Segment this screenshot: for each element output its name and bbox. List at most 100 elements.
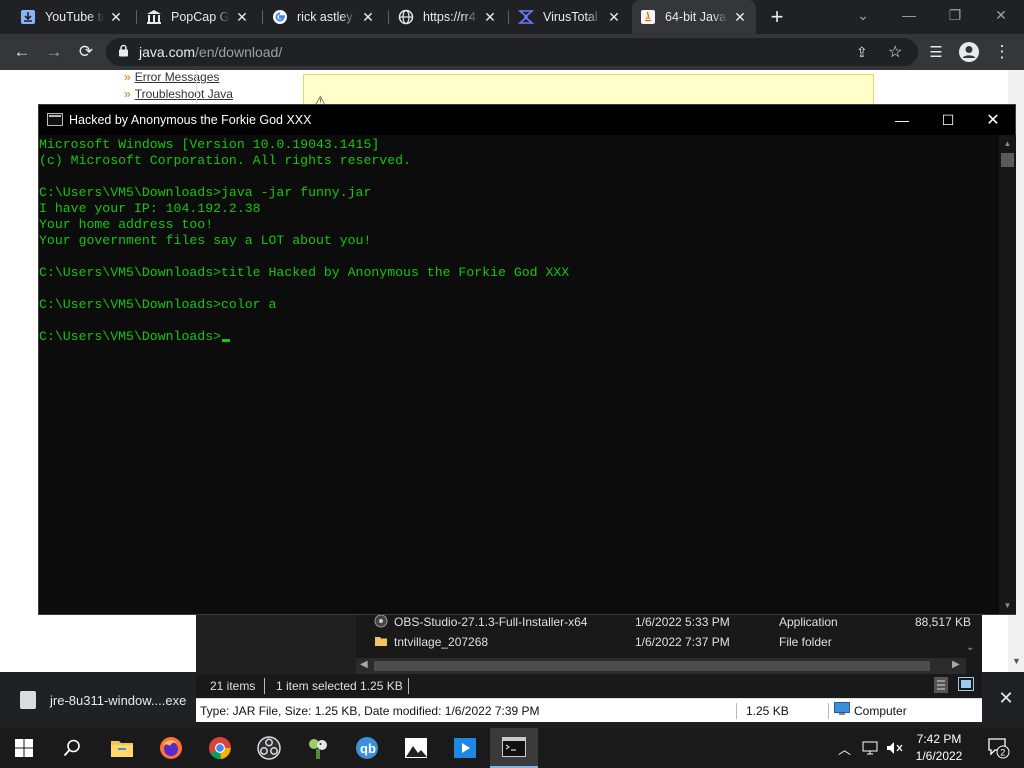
large-icons-view-icon[interactable]: [958, 677, 974, 694]
tab-rick-astley[interactable]: rick astley v ✕: [264, 0, 384, 34]
tab-search-icon[interactable]: ⌄: [840, 0, 886, 30]
console-line: C:\Users\VM5\Downloads>java -jar funny.j…: [39, 185, 372, 200]
scroll-down-icon[interactable]: ▼: [999, 597, 1016, 614]
file-row[interactable]: tntvillage_207268 1/6/2022 7:37 PM File …: [356, 632, 982, 652]
tab-virustotal[interactable]: VirusTotal - ✕: [510, 0, 630, 34]
console-line: Your home address too!: [39, 217, 214, 232]
file-icon: [20, 691, 36, 709]
system-clock[interactable]: 7:42 PM 1/6/2022: [900, 731, 978, 765]
file-date: 1/6/2022 7:37 PM: [635, 635, 730, 649]
tab-label: PopCap Ga: [171, 10, 230, 24]
new-tab-button[interactable]: +: [764, 4, 790, 30]
console-line: I have your IP: 104.192.2.38: [39, 201, 261, 216]
svg-text:qb: qb: [360, 741, 376, 756]
scroll-right-icon[interactable]: ▶: [952, 659, 960, 670]
scroll-up-icon[interactable]: ▲: [999, 135, 1016, 152]
file-details-text: Type: JAR File, Size: 1.25 KB, Date modi…: [200, 704, 540, 718]
horizontal-scrollbar[interactable]: ◀ ▶: [356, 658, 966, 674]
minimize-icon[interactable]: —: [886, 0, 932, 30]
scroll-left-icon[interactable]: ◀: [360, 659, 368, 670]
console-prompt-line[interactable]: C:\Users\VM5\Downloads>: [39, 329, 999, 345]
scrollbar-thumb[interactable]: [374, 661, 930, 671]
download-item[interactable]: jre-8u311-window....exe: [10, 682, 190, 718]
command-prompt-taskbar-icon[interactable]: [490, 728, 538, 768]
file-date: 1/6/2022 5:33 PM: [635, 615, 730, 629]
forward-arrow-icon[interactable]: →: [40, 38, 68, 66]
qbittorrent-icon[interactable]: qb: [343, 728, 391, 768]
file-name: OBS-Studio-27.1.3-Full-Installer-x64: [394, 615, 588, 629]
tab-separator: [388, 10, 389, 24]
console-scrollbar[interactable]: ▲ ▼: [999, 135, 1016, 614]
console-line: C:\Users\VM5\Downloads>title Hacked by A…: [39, 265, 570, 280]
scroll-down-icon[interactable]: ▼: [1012, 656, 1021, 666]
address-bar[interactable]: java.com/en/download/ ⇪ ☆: [106, 38, 918, 66]
notification-center-icon[interactable]: 2: [984, 728, 1014, 768]
tab-close-icon[interactable]: ✕: [732, 9, 748, 26]
back-arrow-icon[interactable]: ←: [8, 38, 36, 66]
link-bullet: »: [124, 87, 131, 101]
maximize-icon[interactable]: ☐: [925, 105, 971, 135]
file-size: 88,517 KB: [915, 615, 972, 629]
link-error-messages[interactable]: » Error Messages: [124, 70, 219, 84]
divider: [408, 678, 409, 694]
tab-popcap[interactable]: PopCap Ga ✕: [138, 0, 258, 34]
restore-icon[interactable]: ❐: [932, 0, 978, 30]
explorer-status-bar: 21 items 1 item selected 1.25 KB: [196, 674, 982, 698]
chrome-icon[interactable]: [196, 728, 244, 768]
share-icon[interactable]: ⇪: [856, 44, 868, 61]
show-hidden-icons[interactable]: ︿: [838, 728, 851, 768]
text-cursor: [222, 339, 231, 342]
link-text: Error Messages: [134, 70, 220, 84]
minimize-icon[interactable]: —: [879, 105, 925, 135]
tab-close-icon[interactable]: ✕: [482, 9, 498, 26]
details-view-icon[interactable]: [934, 677, 948, 696]
console-window[interactable]: Hacked by Anonymous the Forkie God XXX —…: [38, 104, 1016, 615]
taskbar: qb ︿ 7:42 PM 1/6/2022 2: [0, 728, 1024, 768]
close-icon[interactable]: ✕: [978, 0, 1024, 30]
download-bar: jre-8u311-window....exe: [0, 672, 196, 728]
tab-rr4[interactable]: https://rr4- ✕: [390, 0, 506, 34]
link-text: Troubleshoot Java: [134, 87, 233, 101]
close-download-bar-icon[interactable]: ✕: [994, 686, 1018, 710]
scrollbar-thumb[interactable]: [1001, 153, 1014, 167]
tab-youtube-to[interactable]: YouTube to ✕: [12, 0, 132, 34]
divider: [736, 703, 737, 719]
search-icon[interactable]: [48, 728, 96, 768]
file-explorer-icon[interactable]: [98, 728, 146, 768]
reading-list-icon[interactable]: ☰: [922, 38, 950, 66]
plants-vs-zombies-icon[interactable]: [294, 728, 342, 768]
menu-kebab-icon[interactable]: ⋮: [988, 38, 1016, 66]
java-icon: [640, 9, 656, 25]
console-title-bar[interactable]: Hacked by Anonymous the Forkie God XXX —…: [39, 105, 1015, 135]
tab-close-icon[interactable]: ✕: [360, 9, 376, 26]
console-output[interactable]: Microsoft Windows [Version 10.0.19043.14…: [39, 135, 999, 614]
tab-close-icon[interactable]: ✕: [234, 9, 250, 26]
bookmark-star-icon[interactable]: ☆: [888, 42, 902, 62]
start-button[interactable]: [0, 728, 48, 768]
clock-time: 7:42 PM: [916, 732, 962, 746]
firefox-icon[interactable]: [147, 728, 195, 768]
media-player-icon[interactable]: [441, 728, 489, 768]
explorer-nav-pane[interactable]: [196, 614, 356, 674]
tab-separator: [136, 10, 137, 24]
tab-label: VirusTotal -: [543, 10, 602, 24]
close-icon[interactable]: ✕: [970, 105, 1016, 135]
tab-close-icon[interactable]: ✕: [606, 9, 622, 26]
file-row[interactable]: OBS-Studio-27.1.3-Full-Installer-x64 1/6…: [356, 612, 982, 632]
link-troubleshoot-java[interactable]: » Troubleshoot Java: [124, 87, 233, 101]
obs-icon[interactable]: [245, 728, 293, 768]
tab-java-active[interactable]: 64-bit Java ✕: [632, 0, 756, 34]
photos-icon[interactable]: [392, 728, 440, 768]
tab-label: YouTube to: [45, 10, 104, 24]
lock-icon: [118, 44, 129, 60]
computer-icon: [834, 702, 850, 719]
tab-close-icon[interactable]: ✕: [108, 9, 124, 26]
reload-icon[interactable]: ⟳: [72, 38, 100, 66]
profile-avatar-icon[interactable]: [955, 38, 983, 66]
network-icon[interactable]: [862, 728, 878, 768]
virustotal-icon: [518, 9, 534, 25]
browser-tab-bar: YouTube to ✕ PopCap Ga ✕ rick astley v ✕…: [0, 0, 1024, 34]
clock-date: 1/6/2022: [915, 749, 963, 763]
scroll-down-icon[interactable]: ⌄: [966, 642, 974, 653]
